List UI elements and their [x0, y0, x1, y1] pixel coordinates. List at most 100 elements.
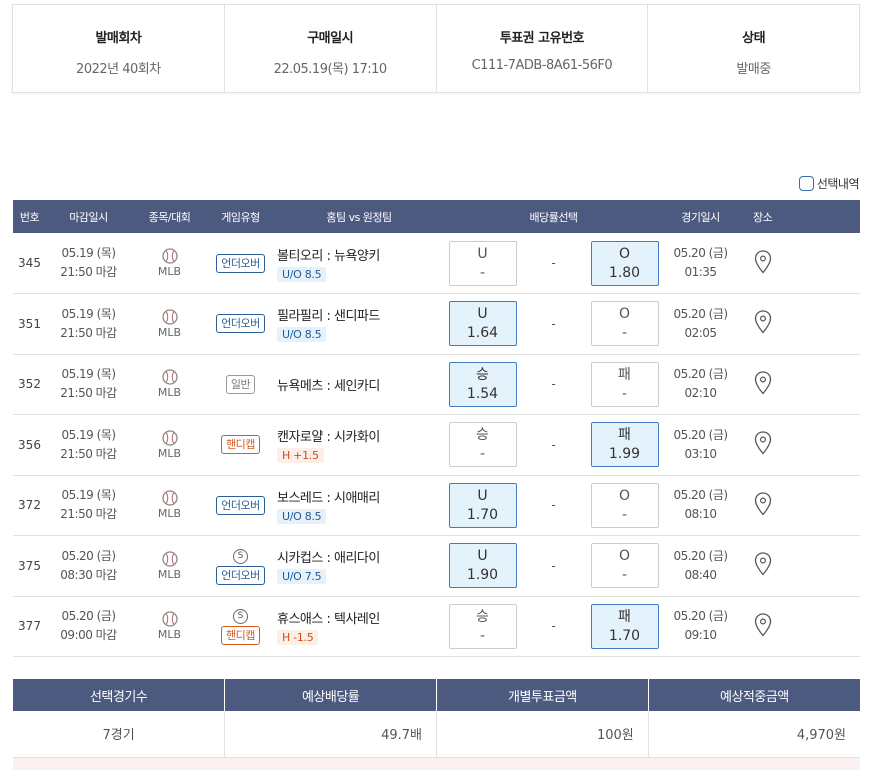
- map-pin-icon[interactable]: [754, 249, 772, 274]
- match-cell: 보스레드 : 시애매리 U/O 8.5: [273, 475, 445, 536]
- round-label: 발매회차: [95, 31, 142, 46]
- league-label: MLB: [157, 446, 182, 460]
- odds-option-1-button[interactable]: U -: [448, 240, 517, 286]
- odds-option-2-label: O: [618, 487, 631, 504]
- summary-value-row: 7경기 49.7배 100원 4,970원: [13, 711, 860, 758]
- game-number: 356: [13, 414, 46, 476]
- purchase-cell: 구매일시 22.05.19(목) 17:10: [225, 5, 437, 92]
- odds-option-2-value: -: [621, 325, 628, 342]
- odds-option-1-button[interactable]: 승 -: [448, 422, 517, 468]
- baseball-icon: [131, 490, 208, 506]
- venue-cell: [739, 293, 861, 355]
- game-time-cell: 05.20 (금) 03:10: [662, 414, 740, 476]
- deadline-date: 05.19 (목): [61, 246, 116, 260]
- game-type-cell: S 언더오버: [208, 535, 273, 597]
- game-type-cell: S 핸디캡: [208, 596, 273, 657]
- odds-option-2-label: O: [618, 548, 631, 565]
- deadline-date: 05.20 (금): [61, 609, 116, 624]
- deadline-time: 09:00 마감: [60, 628, 117, 643]
- header-deadline: 마감일시: [46, 200, 131, 233]
- odds-option-1-button[interactable]: U 1.90: [448, 543, 517, 589]
- match-cell: 캔자로얄 : 시카화이 H +1.5: [273, 414, 445, 476]
- game-type-badge: 언더오버: [216, 253, 265, 273]
- league-label: MLB: [157, 628, 182, 642]
- game-date: 05.20 (금): [673, 548, 728, 563]
- odds-option-2-button[interactable]: O -: [590, 301, 659, 347]
- game-type-cell: 언더오버: [208, 293, 273, 355]
- odds-option-2-value: -: [621, 567, 628, 584]
- round-cell: 발매회차 2022년 40회차: [13, 5, 225, 92]
- map-pin-icon[interactable]: [754, 431, 772, 455]
- odds-option-2-button[interactable]: 패 -: [590, 361, 659, 407]
- map-pin-icon[interactable]: [754, 492, 772, 516]
- game-type-badge: 언더오버: [216, 314, 265, 334]
- game-time-cell: 05.20 (금) 01:35: [662, 233, 740, 294]
- header-no: 번호: [13, 200, 46, 233]
- odds-option-1-button[interactable]: U 1.64: [448, 301, 517, 347]
- odds-option-1-button[interactable]: 승 -: [448, 603, 517, 649]
- odds-option-2-button[interactable]: O 1.80: [590, 240, 659, 286]
- game-time: 01:35: [684, 265, 717, 279]
- map-pin-icon[interactable]: [754, 552, 772, 576]
- game-time-cell: 05.20 (금) 02:05: [662, 293, 740, 355]
- table-row: 345 05.19 (목) 21:50 마감 MLB 언더오버 볼티오리 : 뉴…: [13, 233, 861, 294]
- odds-option-2-button[interactable]: O -: [590, 543, 659, 589]
- odds-option-1-cell: U 1.70: [445, 475, 520, 536]
- sport-cell: MLB: [131, 535, 208, 597]
- odds-option-1-button[interactable]: 승 1.54: [448, 361, 517, 407]
- odds-option-2-value: -: [621, 506, 628, 523]
- match-cell: 필라필리 : 샌디파드 U/O 8.5: [273, 293, 445, 355]
- summary-amount-value: 100원: [436, 711, 649, 758]
- map-pin-icon[interactable]: [754, 613, 772, 637]
- game-time: 02:10: [684, 386, 717, 401]
- deadline-date: 05.20 (금): [61, 548, 116, 563]
- sport-cell: MLB: [131, 293, 208, 355]
- baseball-icon: [131, 430, 208, 446]
- league-label: MLB: [157, 265, 182, 278]
- game-type-cell: 언더오버: [208, 475, 273, 536]
- select-detail-toggle[interactable]: 선택내역: [798, 175, 860, 192]
- match-cell: 볼티오리 : 뉴욕양키 U/O 8.5: [273, 233, 445, 294]
- select-detail-checkbox[interactable]: [798, 176, 814, 191]
- deadline-cell: 05.19 (목) 21:50 마감: [46, 414, 131, 476]
- odds-option-1-cell: U 1.64: [445, 293, 520, 355]
- map-pin-icon[interactable]: [754, 310, 772, 334]
- odds-option-2-button[interactable]: 패 1.70: [590, 603, 659, 649]
- map-pin-icon[interactable]: [754, 371, 772, 395]
- table-header-row: 번호 마감일시 종목/대회 게임유형 홈팀 vs 원정팀 배당률선택 경기일시 …: [13, 200, 861, 233]
- baseball-icon: [131, 248, 208, 264]
- odds-draw: -: [520, 535, 587, 597]
- deadline-date: 05.19 (목): [61, 367, 116, 382]
- deadline-cell: 05.19 (목) 21:50 마감: [46, 354, 131, 415]
- header-game-type: 게임유형: [208, 200, 273, 233]
- game-number: 352: [13, 354, 46, 415]
- deadline-cell: 05.20 (금) 08:30 마감: [46, 535, 131, 597]
- odds-option-1-cell: 승 -: [445, 414, 520, 476]
- odds-option-2-button[interactable]: O -: [590, 482, 659, 528]
- game-date: 05.20 (금): [673, 246, 728, 260]
- handicap-badge: U/O 8.5: [277, 266, 327, 282]
- odds-option-1-cell: U -: [445, 233, 520, 294]
- odds-option-1-value: -: [479, 627, 486, 644]
- purchase-value: 22.05.19(목) 17:10: [273, 62, 388, 77]
- game-type-badge: 핸디캡: [221, 435, 260, 455]
- summary-count-value: 7경기: [13, 711, 226, 758]
- odds-option-1-label: 승: [476, 608, 489, 625]
- odds-option-1-cell: U 1.90: [445, 535, 520, 597]
- handicap-badge: H -1.5: [277, 629, 319, 645]
- odds-option-2-button[interactable]: 패 1.99: [590, 422, 659, 468]
- odds-draw: -: [520, 475, 587, 536]
- odds-option-1-value: 1.54: [466, 385, 499, 402]
- select-detail-label: 선택내역: [816, 177, 860, 191]
- table-row: 377 05.20 (금) 09:00 마감 MLB S 핸디캡 휴스애스 : 텍…: [13, 596, 861, 657]
- match-teams: 보스레드 : 시애매리: [277, 490, 380, 506]
- game-type-badge: 핸디캡: [221, 626, 260, 646]
- sport-cell: MLB: [131, 233, 208, 294]
- odds-option-1-label: 승: [476, 427, 489, 444]
- odds-option-1-label: U: [477, 548, 488, 565]
- game-type-cell: 핸디캡: [208, 414, 273, 476]
- header-venue: 장소: [739, 200, 861, 233]
- odds-option-1-button[interactable]: U 1.70: [448, 482, 517, 528]
- summary-amount-label: 개별투표금액: [436, 679, 649, 711]
- game-type-cell: 언더오버: [208, 233, 273, 294]
